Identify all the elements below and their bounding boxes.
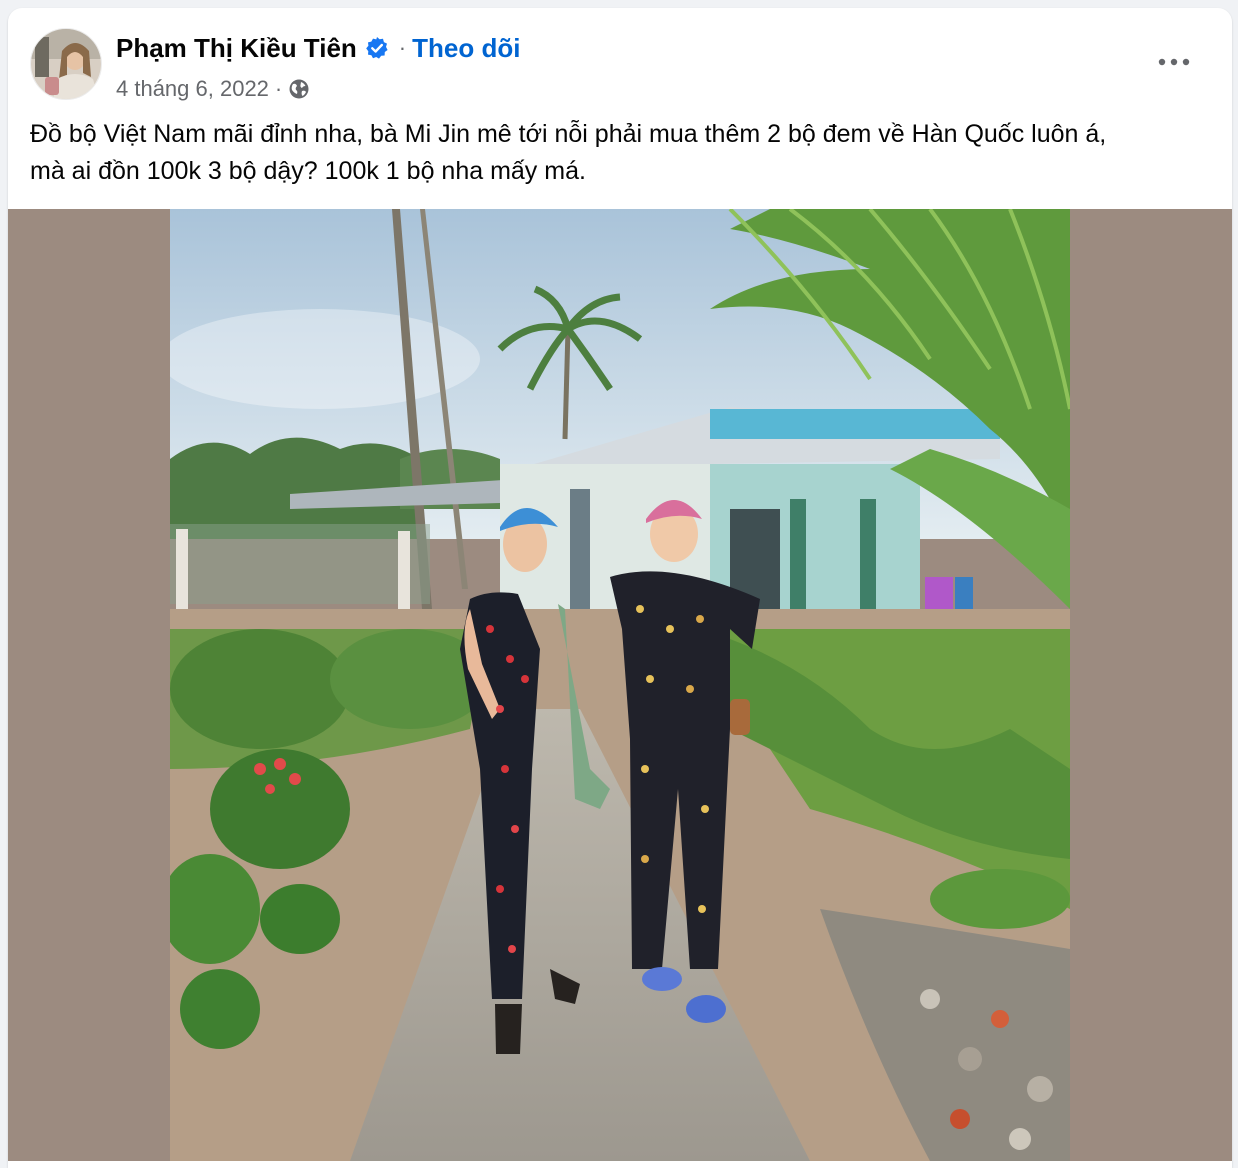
post-photo[interactable]: [170, 209, 1070, 1161]
post-timestamp[interactable]: 4 tháng 6, 2022: [116, 76, 269, 102]
meta-separator: ·: [274, 76, 283, 101]
post-meta: 4 tháng 6, 2022 ·: [116, 72, 310, 106]
author-avatar[interactable]: [30, 28, 102, 100]
more-horizontal-icon: [1158, 58, 1190, 66]
post-card: Phạm Thị Kiều Tiên · Theo dõi 4 tháng 6,…: [8, 8, 1232, 1168]
post-media: [8, 209, 1232, 1161]
author-name[interactable]: Phạm Thị Kiều Tiên: [116, 33, 357, 64]
post-options-button[interactable]: [1148, 40, 1200, 84]
follow-button[interactable]: Theo dõi: [412, 33, 520, 64]
avatar-image: [31, 29, 101, 99]
post-header-line: Phạm Thị Kiều Tiên · Theo dõi: [116, 30, 520, 66]
verified-badge-icon: [365, 36, 389, 60]
post-text-line: mà ai đồn 100k 3 bộ dậy? 100k 1 bộ nha m…: [30, 157, 586, 185]
post-text-line: Đồ bộ Việt Nam mãi đỉnh nha, bà Mi Jin m…: [30, 120, 1107, 148]
header-separator: ·: [398, 35, 407, 60]
globe-icon[interactable]: [288, 78, 310, 100]
post-text: Đồ bộ Việt Nam mãi đỉnh nha, bà Mi Jin m…: [30, 116, 1220, 190]
